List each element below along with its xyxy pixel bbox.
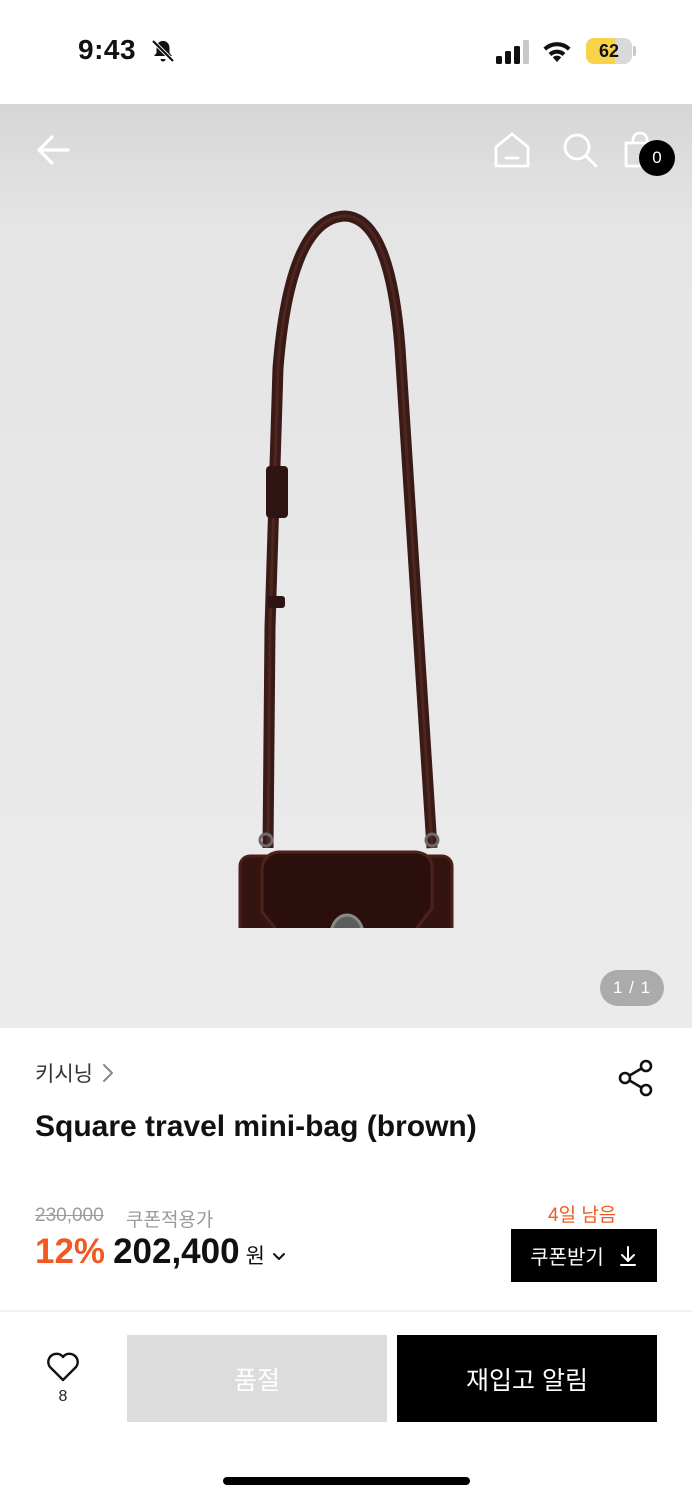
discount-rate: 12% [35, 1232, 106, 1271]
brand-link[interactable]: 키시닝 [35, 1058, 115, 1088]
battery-percentage: 62 [598, 41, 620, 61]
status-time: 9:43 [78, 34, 137, 65]
original-price: 230,000 [35, 1205, 104, 1226]
image-page-indicator: 1 / 1 [600, 970, 664, 1006]
section-divider [0, 1310, 692, 1312]
chevron-down-icon [272, 1253, 285, 1260]
currency-label: 원 [245, 1245, 265, 1268]
back-arrow-icon[interactable] [34, 130, 74, 170]
get-coupon-label: 쿠폰받기 [530, 1247, 604, 1269]
brand-name: 키시닝 [35, 1063, 93, 1086]
cart-count-badge[interactable]: 0 [639, 140, 675, 176]
product-image-gallery[interactable]: 0 1 / 1 [0, 104, 692, 1028]
product-title: Square travel mini-bag (brown) [35, 1110, 477, 1143]
sale-price: 202,400 [113, 1232, 240, 1271]
home-indicator[interactable] [223, 1477, 470, 1485]
get-coupon-button[interactable]: 쿠폰받기 [511, 1229, 657, 1282]
chevron-right-icon [102, 1064, 113, 1082]
status-bar: 9:43 62 [0, 0, 692, 104]
wifi-icon [543, 42, 571, 62]
cellular-signal-icon [496, 40, 529, 64]
bell-slash-icon [151, 39, 175, 63]
like-button[interactable]: 8 [40, 1350, 88, 1410]
battery-icon: 62 [586, 38, 636, 64]
download-icon [619, 1245, 636, 1266]
home-icon[interactable] [492, 130, 532, 170]
coupon-price-note: 쿠폰적용가 [126, 1210, 214, 1231]
restock-alert-button[interactable]: 재입고 알림 [397, 1335, 657, 1422]
soldout-button: 품절 [127, 1335, 387, 1422]
coupon-days-left: 4일 남음 [548, 1205, 617, 1226]
share-icon[interactable] [616, 1058, 656, 1098]
like-count: 8 [58, 1388, 68, 1405]
heart-icon [47, 1352, 79, 1382]
bag-image [238, 210, 454, 928]
price-dropdown[interactable]: 12% 202,400 원 [35, 1232, 287, 1272]
search-icon[interactable] [560, 130, 600, 170]
